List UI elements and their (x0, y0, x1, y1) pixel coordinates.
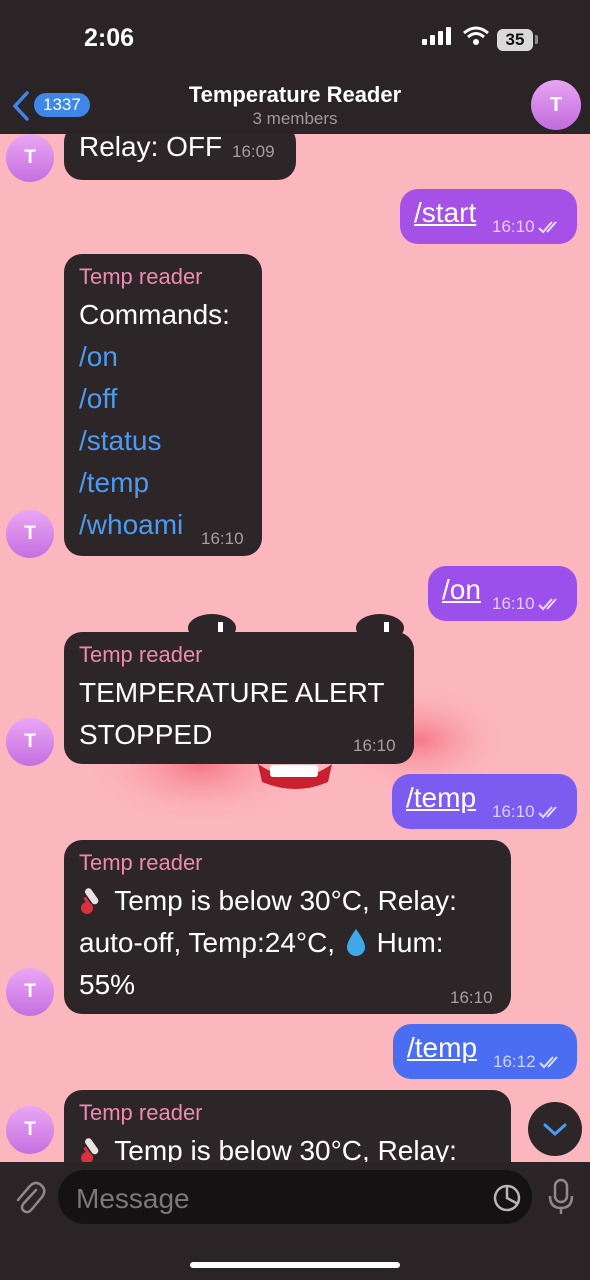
battery-indicator: 35 (497, 29, 533, 51)
sender-name: Temp reader (79, 264, 203, 289)
command-link-whoami[interactable]: /whoami (79, 504, 183, 546)
message-heading: Commands: (79, 299, 230, 330)
command-link-on[interactable]: /on (79, 336, 118, 378)
message-time: 16:10 (450, 988, 493, 1007)
avatar[interactable]: T (6, 510, 54, 558)
chevron-down-icon (543, 1123, 567, 1137)
sender-name: Temp reader (79, 1100, 203, 1125)
avatar[interactable]: T (6, 1106, 54, 1154)
message-time: 16:09 (232, 142, 275, 161)
message-temp[interactable]: /temp 16:10 (392, 774, 577, 829)
thermometer-icon (81, 888, 99, 914)
message-text: Temp is below 30°C, Relay: (114, 885, 457, 916)
avatar[interactable]: T (6, 718, 54, 766)
message-status: 16:10 (492, 802, 565, 822)
command-link[interactable]: /on (442, 574, 481, 606)
sender-name: Temp reader (79, 642, 203, 667)
home-indicator (190, 1262, 400, 1268)
message-relay-off[interactable]: Relay: OFF 16:09 (64, 134, 296, 180)
double-check-icon (537, 221, 557, 234)
message-temp-reading[interactable]: Temp reader Temp is below 30°C, Relay: a… (64, 840, 511, 1014)
message-line: 55% (79, 969, 136, 1000)
message-temp-reading-2[interactable]: Temp reader Temp is below 30°C, Relay: (64, 1090, 511, 1162)
message-text: Temp is below 30°C, Relay: (114, 1135, 457, 1162)
message-text: Relay: OFF (79, 134, 223, 162)
message-text: Hum: (376, 927, 444, 958)
message-time: 16:10 (492, 217, 535, 236)
wifi-icon (463, 26, 489, 45)
sticker-icon (493, 1184, 521, 1212)
sticker-button[interactable] (492, 1183, 522, 1218)
double-check-icon (537, 598, 557, 611)
microphone-icon (548, 1178, 574, 1214)
message-time: 16:12 (493, 1052, 536, 1071)
message-text: auto-off, Temp:24°C, (79, 927, 336, 958)
message-status: 16:12 (493, 1052, 566, 1072)
scroll-to-bottom-button[interactable] (528, 1102, 582, 1156)
command-link-status[interactable]: /status (79, 420, 161, 462)
message-line: Temp is below 30°C, Relay: (79, 1130, 457, 1162)
status-time: 2:06 (84, 24, 135, 52)
message-temp-2[interactable]: /temp 16:12 (393, 1024, 577, 1079)
voice-button[interactable] (546, 1178, 576, 1221)
message-line: auto-off, Temp:24°C, Hum: (79, 922, 444, 964)
signal-icon (422, 27, 451, 45)
water-drop-icon (346, 929, 365, 956)
message-line: Temp is below 30°C, Relay: (79, 880, 457, 922)
message-time: 16:10 (492, 594, 535, 613)
double-check-icon (537, 806, 557, 819)
sender-name: Temp reader (79, 850, 203, 875)
avatar[interactable]: T (6, 134, 54, 182)
message-time: 16:10 (201, 529, 244, 548)
message-time: 16:10 (353, 736, 396, 755)
chat-title[interactable]: Temperature Reader (0, 82, 590, 108)
message-on[interactable]: /on 16:10 (428, 566, 577, 621)
message-commands[interactable]: Temp reader Commands: /on /off /status /… (64, 254, 262, 556)
thermometer-icon (81, 1138, 99, 1162)
status-icons (422, 26, 490, 46)
message-status: 16:10 (492, 594, 565, 614)
double-check-icon (538, 1056, 558, 1069)
message-list[interactable]: Relay: OFF 16:09 T /start 16:10 Temp rea… (0, 134, 590, 1162)
message-line: STOPPED (79, 719, 213, 750)
battery-tip (535, 35, 538, 44)
message-start[interactable]: /start 16:10 (400, 189, 577, 244)
message-status: 16:10 (492, 217, 565, 237)
command-link[interactable]: /start (414, 197, 476, 229)
command-link[interactable]: /temp (407, 1032, 477, 1064)
chat-avatar[interactable]: T (531, 80, 581, 130)
attach-button[interactable] (12, 1178, 46, 1221)
message-line: TEMPERATURE ALERT (79, 677, 385, 708)
message-placeholder: Message (76, 1183, 190, 1214)
command-link-temp[interactable]: /temp (79, 462, 149, 504)
avatar[interactable]: T (6, 968, 54, 1016)
message-alert-stopped[interactable]: Temp reader TEMPERATURE ALERT STOPPED 16… (64, 632, 414, 764)
message-time: 16:10 (492, 802, 535, 821)
paperclip-icon (16, 1181, 46, 1214)
command-link-off[interactable]: /off (79, 378, 117, 420)
command-link[interactable]: /temp (406, 782, 476, 814)
chat-subtitle: 3 members (252, 109, 338, 128)
